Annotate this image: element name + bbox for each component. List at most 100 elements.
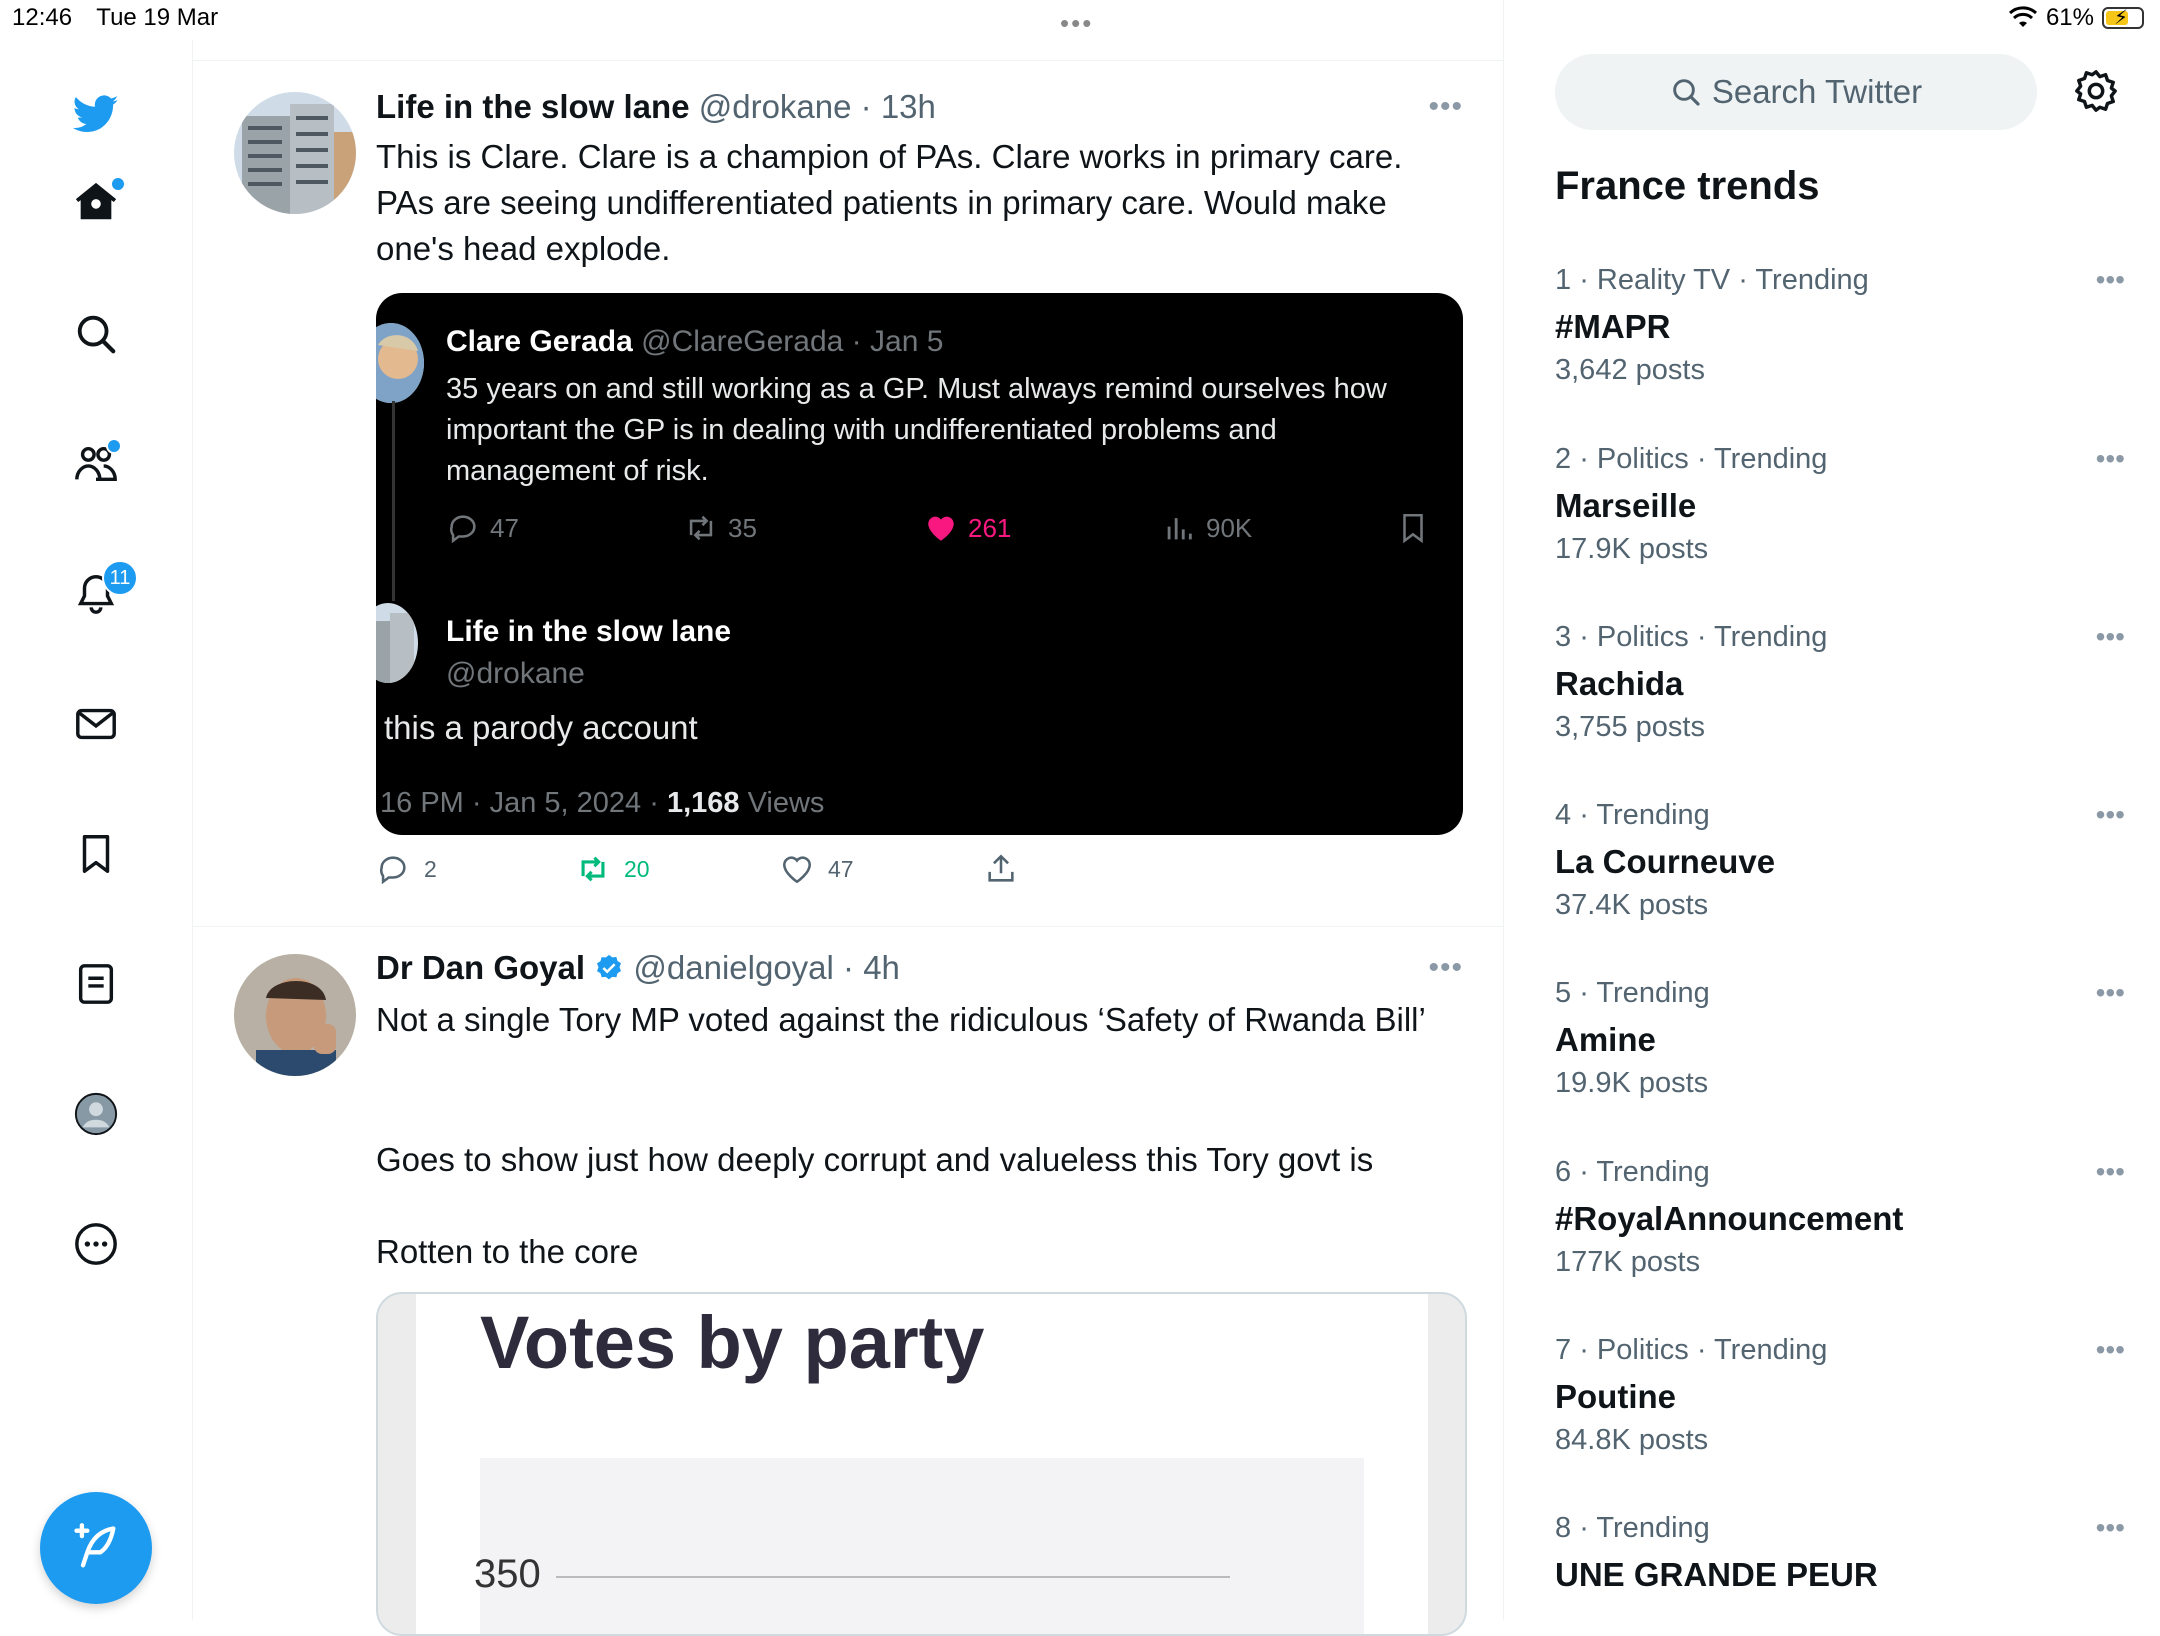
compose-tweet-button[interactable] xyxy=(40,1492,152,1604)
chart-gridline xyxy=(556,1576,1230,1578)
trend-item[interactable]: 4 · Trending La Courneuve 37.4K posts ••… xyxy=(1555,799,2125,959)
trend-more-icon[interactable]: ••• xyxy=(2096,621,2125,653)
tweet-timestamp[interactable]: 4h xyxy=(863,949,900,986)
bookmarks-icon[interactable] xyxy=(66,824,126,884)
tweet-header: Dr Dan Goyal @danielgoyal · 4h xyxy=(376,949,900,986)
quoted-avatar xyxy=(376,323,424,403)
trend-name: Marseille xyxy=(1555,487,1697,524)
trend-name: La Courneuve xyxy=(1555,843,1776,880)
trend-more-icon[interactable]: ••• xyxy=(2096,264,2125,296)
quoted-actions: 47 35 261 90K xyxy=(446,511,1446,551)
quoted-author-name: Clare Gerada xyxy=(446,325,633,358)
lists-icon[interactable] xyxy=(66,954,126,1014)
quoted-author-handle: @ClareGerada xyxy=(641,325,844,358)
trend-more-icon[interactable]: ••• xyxy=(2096,1512,2125,1544)
tweet-author-name[interactable]: Dr Dan Goyal xyxy=(376,949,585,986)
quoted-text: 35 years on and still working as a GP. M… xyxy=(446,373,1387,487)
trend-item[interactable]: 6 · Trending #RoyalAnnouncement 177K pos… xyxy=(1555,1156,2125,1316)
trend-more-icon[interactable]: ••• xyxy=(2096,443,2125,475)
tweet-timestamp[interactable]: 13h xyxy=(881,88,936,125)
reply-avatar xyxy=(376,603,418,683)
profile-avatar-icon[interactable] xyxy=(66,1084,126,1144)
trend-item[interactable]: 2 · Politics · Trending Marseille 17.9K … xyxy=(1555,443,2125,603)
trend-name: #MAPR xyxy=(1555,308,1671,345)
avatar-drokane[interactable] xyxy=(234,92,356,214)
trend-category: Politics · Trending xyxy=(1596,621,1828,653)
notifications-bell-icon[interactable]: 11 xyxy=(66,560,138,624)
trend-more-icon[interactable]: ••• xyxy=(2096,1334,2125,1366)
communities-icon[interactable] xyxy=(66,434,126,494)
trend-item[interactable]: 8 · Trending UNE GRANDE PEUR ••• xyxy=(1555,1512,2125,1620)
messages-mail-icon[interactable] xyxy=(66,694,126,754)
trend-name: Amine xyxy=(1555,1021,1656,1058)
tweet-drokane[interactable]: Life in the slow lane @drokane · 13h •••… xyxy=(192,60,1503,927)
trend-category: Trending xyxy=(1596,1512,1710,1544)
reply-meta: 16 PM · Jan 5, 2024 · 1,168 Views xyxy=(380,787,825,819)
heart-filled-icon xyxy=(928,516,954,541)
tweet-header: Life in the slow lane @drokane · 13h xyxy=(376,88,936,125)
trend-name: UNE GRANDE PEUR xyxy=(1555,1556,1878,1593)
tweet-author-handle[interactable]: @danielgoyal xyxy=(633,949,833,986)
search-input[interactable]: Search Twitter xyxy=(1555,54,2037,130)
trend-category: Trending xyxy=(1596,1156,1710,1188)
twitter-logo-icon[interactable] xyxy=(66,84,126,144)
tweet-more-menu-icon[interactable]: ••• xyxy=(1428,90,1463,124)
trend-rank: 6 xyxy=(1555,1156,1572,1188)
retweet-button[interactable]: 20 xyxy=(576,852,780,886)
timeline: Life in the slow lane @drokane · 13h •••… xyxy=(192,0,1504,1636)
trend-item[interactable]: 7 · Politics · Trending Poutine 84.8K po… xyxy=(1555,1334,2125,1494)
share-upload-icon xyxy=(988,854,1014,882)
trend-post-count: 3,755 posts xyxy=(1555,711,1705,743)
quoted-views-stat: 90K xyxy=(1162,511,1252,545)
chart-image-tick-label: 350 xyxy=(474,1552,541,1596)
compose-feather-icon xyxy=(74,1523,116,1568)
like-button[interactable]: 47 xyxy=(780,852,984,886)
reply-bubble-icon xyxy=(380,856,406,885)
trend-rank: 8 xyxy=(1555,1512,1572,1544)
trend-category: Reality TV · Trending xyxy=(1596,264,1869,296)
reply-button[interactable]: 2 xyxy=(376,852,576,886)
trend-more-icon[interactable]: ••• xyxy=(2096,799,2125,831)
home-icon[interactable] xyxy=(66,172,126,232)
chart-plot-area xyxy=(480,1458,1364,1634)
trend-more-icon[interactable]: ••• xyxy=(2096,1156,2125,1188)
tweet-more-menu-icon[interactable]: ••• xyxy=(1428,951,1463,985)
left-nav: 11 xyxy=(0,40,193,1620)
explore-search-icon[interactable] xyxy=(66,304,126,364)
quoted-reply-count: 47 xyxy=(490,512,519,543)
trend-more-icon[interactable]: ••• xyxy=(2096,977,2125,1009)
avatar-danielgoyal[interactable] xyxy=(234,954,356,1076)
quoted-bookmark-icon xyxy=(1396,511,1430,545)
trend-post-count: 3,642 posts xyxy=(1555,354,1705,386)
share-button[interactable] xyxy=(984,852,1018,886)
trend-name: #RoyalAnnouncement xyxy=(1555,1200,1904,1237)
heart-outline-icon xyxy=(782,856,812,884)
tweet-text-paragraph-1: Not a single Tory MP voted against the r… xyxy=(376,1001,1426,1038)
more-options-icon[interactable] xyxy=(66,1214,126,1274)
tweet-image-screenshot[interactable]: Clare Gerada @ClareGerada · Jan 5 35 yea… xyxy=(376,293,1463,835)
trend-rank: 2 xyxy=(1555,443,1572,475)
trend-item[interactable]: 1 · Reality TV · Trending #MAPR 3,642 po… xyxy=(1555,264,2125,424)
trend-post-count: 19.9K posts xyxy=(1555,1067,1709,1099)
quoted-retweet-stat: 35 xyxy=(684,511,757,545)
settings-gear-icon[interactable] xyxy=(2073,68,2119,114)
trend-item[interactable]: 3 · Politics · Trending Rachida 3,755 po… xyxy=(1555,621,2125,781)
tweet-text-paragraph-3: Rotten to the core xyxy=(376,1233,639,1270)
trend-rank: 1 xyxy=(1555,264,1572,296)
retweet-icon xyxy=(581,856,605,882)
trend-post-count: 84.8K posts xyxy=(1555,1424,1709,1456)
reply-bubble-icon xyxy=(450,515,476,544)
reply-author-name: Life in the slow lane xyxy=(446,615,732,648)
tweet-author-name[interactable]: Life in the slow lane xyxy=(376,88,690,125)
trend-item[interactable]: 5 · Trending Amine 19.9K posts ••• xyxy=(1555,977,2125,1137)
right-sidebar: Search Twitter France trends 1 · Reality… xyxy=(1503,0,2160,1620)
quoted-like-stat: 261 xyxy=(924,511,1011,545)
trend-post-count: 37.4K posts xyxy=(1555,889,1709,921)
trend-name: Poutine xyxy=(1555,1378,1676,1415)
tweet-author-handle[interactable]: @drokane xyxy=(699,88,852,125)
views-bar-icon xyxy=(1167,518,1192,540)
tweet-image-votes-chart[interactable]: Votes by party 350 xyxy=(376,1292,1467,1636)
reply-text: this a parody account xyxy=(384,709,698,746)
trend-post-count: 177K posts xyxy=(1555,1246,1701,1278)
status-time: 12:46 xyxy=(12,4,73,31)
